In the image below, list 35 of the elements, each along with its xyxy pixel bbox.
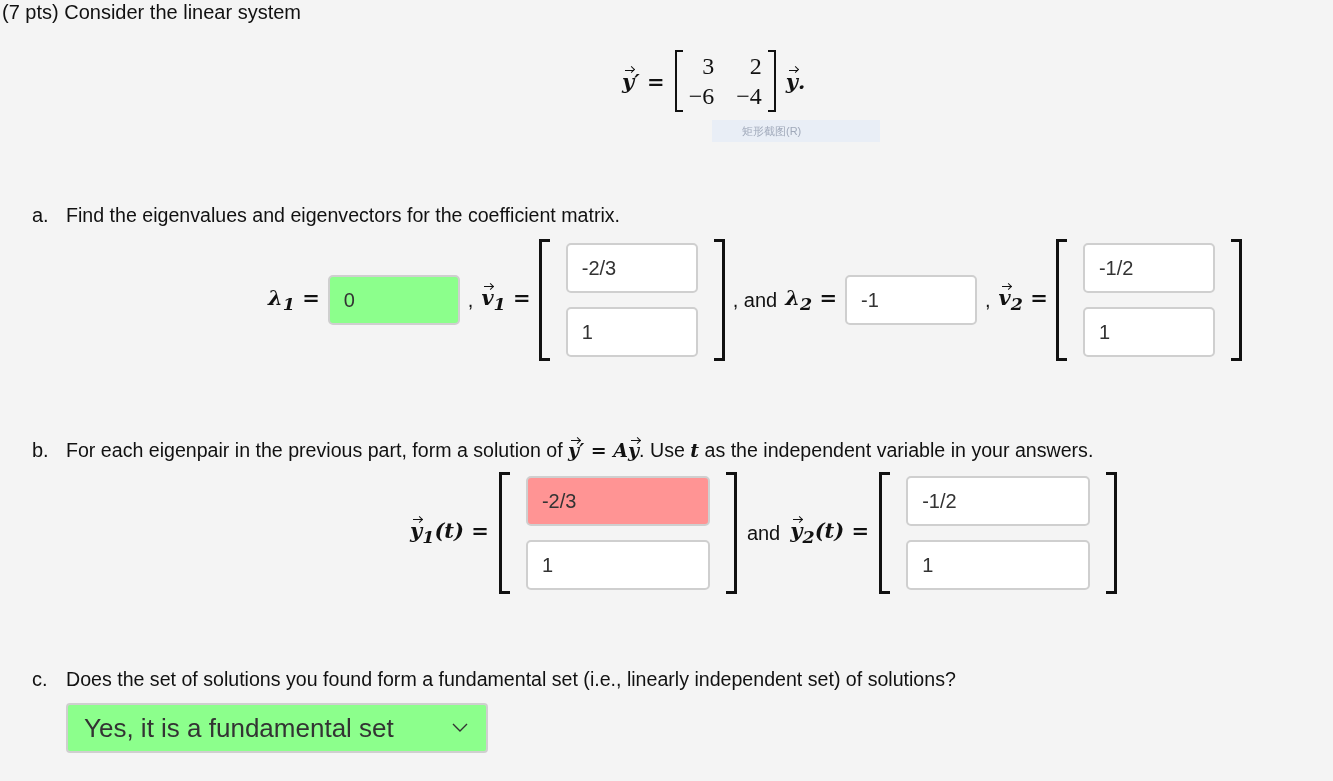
equation-lhs: y′ =: [622, 68, 665, 94]
part-marker: b.: [32, 439, 50, 462]
label-text: ,: [467, 288, 474, 312]
math-label: y$_{1}$(t) =: [410, 518, 489, 548]
answer-field[interactable]: -2/3: [525, 476, 710, 526]
matrix-bracket: [674, 50, 683, 112]
tooltip: 矩形截图(R): [712, 120, 880, 142]
answer-dropdown[interactable]: Yes, it is a fundamental set: [66, 703, 488, 753]
chevron-down-icon: [452, 723, 468, 733]
answer-field[interactable]: -1/2: [906, 476, 1091, 526]
label-text: and: [746, 521, 781, 545]
answer-field[interactable]: 1: [565, 307, 698, 357]
question-text: For each eigenpair in the previous part, form a solution of y′ = Ay. Use t as the independent variable in your answers.: [66, 439, 1094, 462]
answer-field[interactable]: -1/2: [1082, 243, 1215, 293]
label-text: , and: [732, 288, 778, 312]
part-marker: a.: [32, 204, 50, 227]
label-text: ,: [985, 288, 991, 312]
matrix-bracket: [767, 50, 776, 112]
problem-heading: (7 pts) Consider the linear system: [1, 0, 302, 24]
question-text: Does the set of solutions you found form a fundamental set (i.e., linearly independent set) of solutions?: [66, 668, 956, 691]
answer-field[interactable]: -1: [845, 275, 978, 325]
answer-field[interactable]: 1: [906, 540, 1091, 590]
answer-field[interactable]: 0: [327, 275, 460, 325]
equation-rhs: y.: [785, 68, 806, 94]
answer-field[interactable]: 1: [1082, 307, 1215, 357]
math-label: v$_{1}$ =: [481, 285, 531, 315]
question-text: Find the eigenvalues and eigenvectors for the coefficient matrix.: [66, 204, 621, 227]
math-label: λ$_{1}$ =: [268, 285, 320, 315]
answer-field[interactable]: 1: [525, 540, 710, 590]
math-label: v$_{2}$ =: [998, 285, 1048, 315]
coefficient-matrix: 3 2 −6 −4: [687, 52, 763, 111]
answer-field[interactable]: -2/3: [565, 243, 698, 293]
math-label: y$_{2}$(t) =: [790, 518, 870, 548]
part-marker: c.: [32, 668, 49, 691]
math-label: λ$_{2}$ =: [785, 285, 838, 315]
